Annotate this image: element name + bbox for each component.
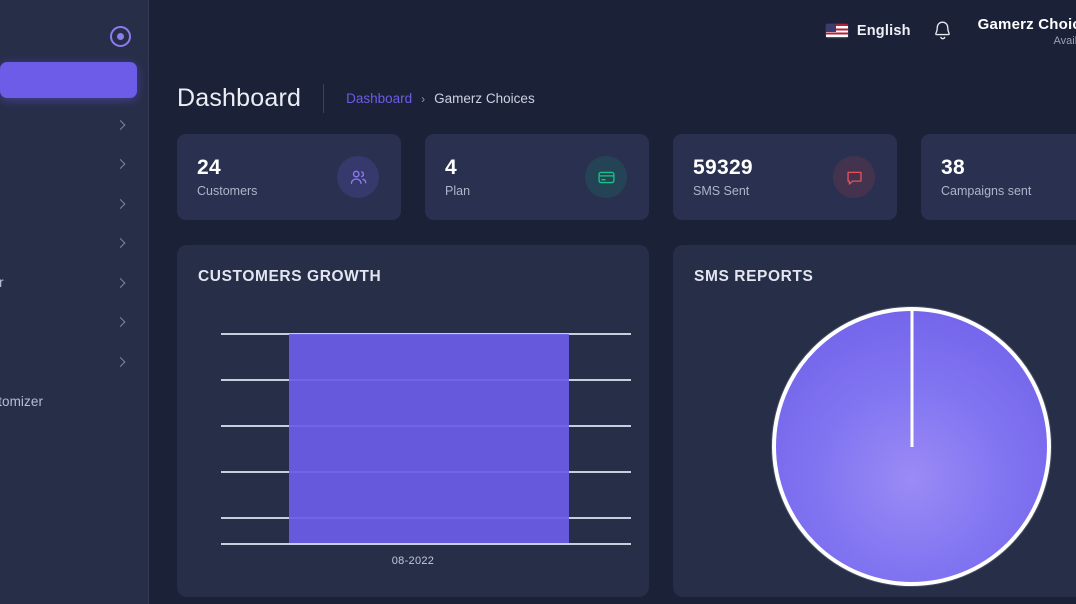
sidebar-item-customer[interactable]: tomer [0,105,148,145]
chevron-right-icon [116,317,126,327]
stat-text: 4 Plan [445,156,470,198]
sidebar-item-settings[interactable]: ings [0,303,148,343]
stat-label: SMS Sent [693,184,753,198]
stat-value: 4 [445,156,470,179]
stat-label: Customers [197,184,257,198]
us-flag-icon [826,24,848,38]
bar-chart: 0 5 10 15 20 25 08-2022 [177,245,649,597]
chevron-right-icon [116,199,126,209]
panel-customers-growth: CUSTOMERS GROWTH 0 5 10 15 20 25 08-2022 [177,245,649,597]
sidebar-item-dashboard[interactable]: hboard [0,62,137,98]
users-icon [337,156,379,198]
pie-chart [673,245,1076,597]
bar-series-customers [289,334,569,543]
page-header: Dashboard Dashboard › Gamerz Choices [177,84,535,113]
stat-card-sms-sent[interactable]: 59329 SMS Sent [673,134,897,220]
gridline [221,543,631,545]
stat-label: Plan [445,184,470,198]
user-profile[interactable]: Gamerz Choices Available [978,16,1076,47]
y-axis-tick-label: 15 [193,445,217,455]
user-name: Gamerz Choices [978,16,1076,33]
notification-bell-icon[interactable] [933,20,952,42]
chat-bubble-icon [833,156,875,198]
page-title: Dashboard [177,84,301,113]
stat-value: 38 [941,156,1031,179]
sidebar-nav: hboard tomer S ding urity inistrator [0,62,148,421]
y-axis-tick-label: 20 [193,374,217,384]
sidebar-item-reports[interactable]: orts [0,342,148,382]
chevron-right-icon [116,357,126,367]
chevron-right-icon [116,120,126,130]
y-axis-tick-label: 5 [193,530,217,540]
stat-value: 59329 [693,156,753,179]
sidebar-header [0,0,148,62]
sidebar-item-sms[interactable]: S [0,145,148,185]
y-axis-tick-label: 0 [193,572,217,582]
stat-card-customers[interactable]: 24 Customers [177,134,401,220]
sidebar-item-security[interactable]: urity [0,224,148,264]
y-axis-tick-label: 25 [193,327,217,337]
sidebar-item-label: me Customizer [0,394,43,409]
dashboard-app: hboard tomer S ding urity inistrator [0,0,1076,604]
y-axis-tick-label: 10 [193,488,217,498]
stat-card-campaigns-sent[interactable]: 38 Campaigns sent [921,134,1076,220]
chevron-right-icon [116,238,126,248]
stat-text: 59329 SMS Sent [693,156,753,198]
breadcrumb: Dashboard › Gamerz Choices [346,91,535,106]
stat-text: 24 Customers [197,156,257,198]
sidebar-item-theme-customizer[interactable]: me Customizer [0,382,148,422]
sidebar-item-branding[interactable]: ding [0,184,148,224]
credit-card-icon [585,156,627,198]
stat-value: 24 [197,156,257,179]
language-label: English [857,23,911,39]
top-header: English Gamerz Choices Available [149,0,1076,62]
panel-sms-reports: SMS REPORTS [673,245,1076,597]
stat-card-plan[interactable]: 4 Plan [425,134,649,220]
sidebar: hboard tomer S ding urity inistrator [0,0,149,604]
sidebar-item-administrator[interactable]: inistrator [0,263,148,303]
language-selector[interactable]: English [826,23,911,39]
breadcrumb-link-dashboard[interactable]: Dashboard [346,91,412,106]
sidebar-item-label: inistrator [0,275,4,290]
user-status: Available [978,35,1076,47]
chevron-right-icon [116,278,126,288]
pie-slice-delivered[interactable] [772,307,1051,586]
breadcrumb-current: Gamerz Choices [434,91,535,106]
title-divider [323,84,324,113]
stat-label: Campaigns sent [941,184,1031,198]
chevron-right-icon: › [421,92,425,106]
stat-cards: 24 Customers 4 Plan [177,134,1076,220]
target-circle-icon[interactable] [110,26,131,47]
header-actions: English Gamerz Choices Available [826,16,1076,47]
stat-text: 38 Campaigns sent [941,156,1031,198]
pie-slice-divider [910,311,913,447]
x-axis-tick-label: 08-2022 [177,555,649,567]
chevron-right-icon [116,159,126,169]
